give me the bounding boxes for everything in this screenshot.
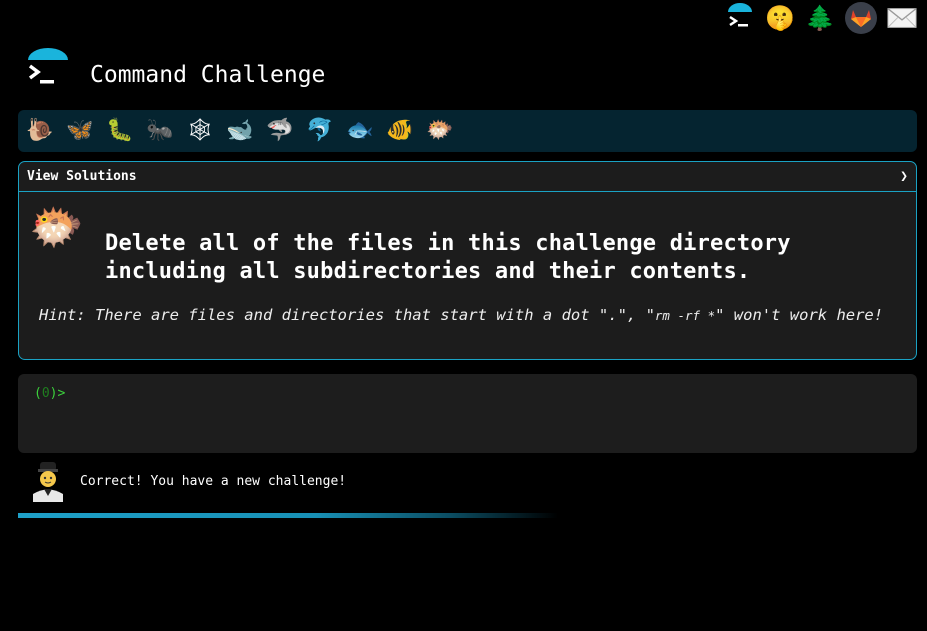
challenge-card: View Solutions ❯ 🐡 Delete all of the fil… [18,161,917,360]
dolphin-icon[interactable]: 🐬 [306,117,334,145]
task-line-2: including all subdirectories and their c… [105,259,751,284]
achievement-badge-bar: 🐌 🦋 🐛 🐜 🕸 🐋 🦈 🐬 🐟 🐠 🐡 [18,110,917,152]
whale-icon[interactable]: 🐋 [226,117,254,145]
spider-web-icon[interactable]: 🕸 [186,117,214,145]
prompt-count: 0 [41,386,50,401]
caterpillar-icon[interactable]: 🐛 [106,117,134,145]
chevron-right-icon: ❯ [900,169,908,184]
view-solutions-toggle[interactable]: View Solutions ❯ [19,162,916,192]
blowfish-icon[interactable]: 🐡 [426,117,454,145]
page-title: Command Challenge [90,62,326,88]
snail-icon[interactable]: 🐌 [26,117,54,145]
terminal[interactable]: (0)> [18,374,917,453]
tropical-fish-icon[interactable]: 🐠 [386,117,414,145]
shark-icon[interactable]: 🦈 [266,117,294,145]
butterfly-icon[interactable]: 🦋 [66,117,94,145]
shushing-face-icon[interactable]: 🤫 [765,2,795,34]
top-icon-bar: 🤫 🌲 [725,2,917,34]
terminal-input[interactable] [71,386,772,401]
logo-icon [26,48,70,92]
challenge-task-text: Delete all of the files in this challeng… [105,230,885,286]
hint-text-before: Hint: There are files and directories th… [39,306,655,324]
envelope-icon[interactable] [887,2,917,34]
terminal-prompt: (0)> [34,386,65,401]
view-solutions-label: View Solutions [27,169,137,184]
feedback-message: Correct! You have a new challenge! [30,460,346,502]
progress-bar [18,513,558,518]
gitlab-icon[interactable] [845,2,877,34]
ant-icon[interactable]: 🐜 [146,117,174,145]
hint-code: rm -rf * [654,308,716,323]
prompt-open: ( [34,386,42,401]
evergreen-tree-icon[interactable]: 🌲 [805,2,835,34]
terminal-umbrella-icon[interactable] [725,2,755,34]
feedback-text: Correct! You have a new challenge! [80,473,347,489]
judge-icon [30,460,66,502]
prompt-close: )> [49,386,66,401]
fish-icon[interactable]: 🐟 [346,117,374,145]
hint-text-after: " won't work here! [715,306,884,324]
challenge-hint: Hint: There are files and directories th… [39,306,909,324]
blowfish-icon: 🐡 [29,202,84,253]
task-line-1: Delete all of the files in this challeng… [105,231,791,256]
